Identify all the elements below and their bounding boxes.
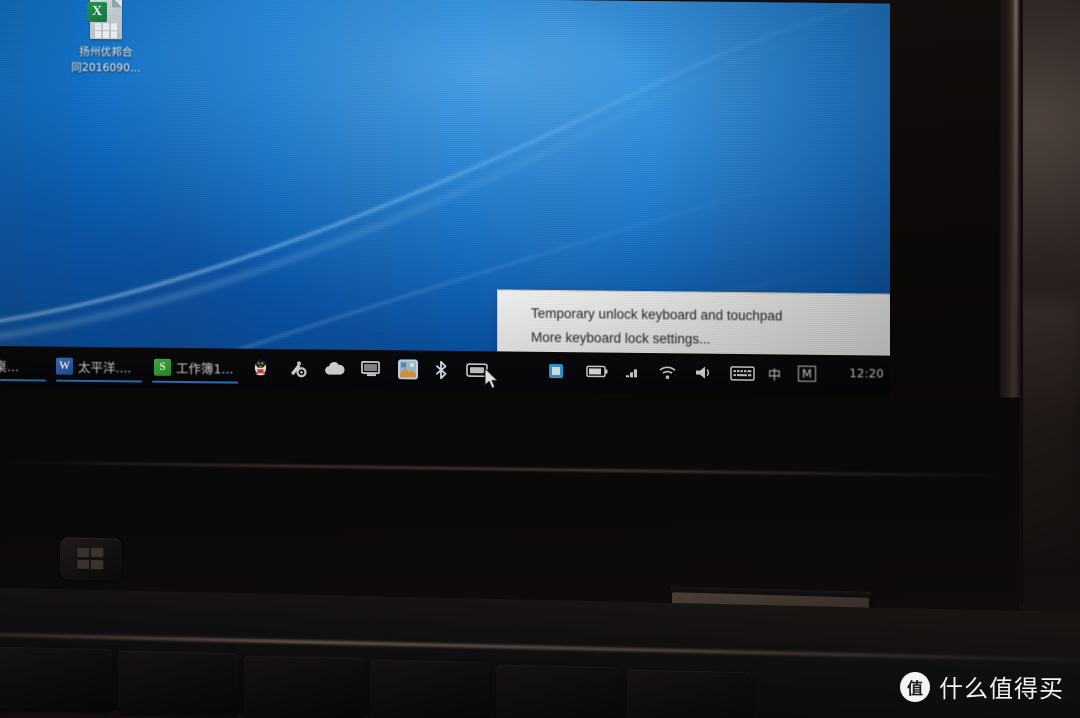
- desktop-icon-excel-file[interactable]: X 扬州优邦合 同2016090...: [62, 0, 150, 76]
- taskbar-pinned-photo-viewer[interactable]: [398, 354, 420, 384]
- taskbar-window-remote-desktop[interactable]: 程桌...: [0, 350, 19, 380]
- volume-icon: [696, 366, 709, 379]
- desktop-icon-label-line2: 同2016090...: [71, 61, 141, 75]
- taskbar-label-remote-desktop: 程桌...: [0, 358, 19, 374]
- mouse-cursor-arrow: [484, 367, 499, 389]
- menu-item-temporary-unlock[interactable]: Temporary unlock keyboard and touchpad: [498, 305, 782, 324]
- menu-item-more-settings[interactable]: More keyboard lock settings...: [498, 329, 710, 347]
- keyboard-key[interactable]: [118, 650, 238, 716]
- taskbar-pinned-cloud[interactable]: [324, 354, 346, 384]
- windows-logo-icon: [77, 547, 104, 570]
- tool-settings-icon: [291, 360, 307, 377]
- keyboard-key[interactable]: [244, 655, 364, 718]
- taskbar-label-wps-spreadsheet: 工作簿1...: [176, 360, 234, 377]
- taskbar-window-wps-spreadsheet[interactable]: S 工作簿1...: [154, 352, 233, 383]
- excel-file-icon: X: [86, 0, 126, 43]
- watermark: 值 什么值得买: [900, 669, 1064, 704]
- desktop-icon-label-line1: 扬州优邦合: [79, 45, 133, 59]
- taskbar-pinned-monitor[interactable]: [360, 354, 382, 384]
- wps-writer-icon: W: [56, 357, 73, 375]
- ime-chinese-icon: 中: [768, 367, 782, 383]
- screen-lower-bezel: [0, 386, 1020, 616]
- tray-ime-chinese[interactable]: 中: [768, 358, 786, 388]
- taskbar-window-wps-writer[interactable]: W 太平洋....: [56, 351, 131, 382]
- windows-home-button[interactable]: [60, 537, 122, 581]
- tray-wireless[interactable]: [658, 357, 678, 387]
- cloud-icon: [325, 362, 345, 375]
- wifi-icon: [626, 365, 637, 378]
- keyboard-key[interactable]: [370, 659, 490, 718]
- tray-volume[interactable]: [694, 358, 716, 388]
- photo-viewer-icon: [398, 359, 418, 380]
- taskbar-active-underline-2: [56, 379, 142, 383]
- tray-wifi[interactable]: [624, 357, 644, 387]
- keyboard-icon: [730, 365, 755, 381]
- monitor-icon: [361, 361, 380, 377]
- taskbar-pinned-qq[interactable]: [253, 353, 273, 383]
- bluetooth-icon: [436, 360, 447, 379]
- screenshot-scene: X 扬州优邦合 同2016090... Temporary unlock key…: [0, 0, 1080, 718]
- keyboard-key[interactable]: [627, 669, 752, 718]
- taskbar-label-wps-writer: 太平洋....: [78, 359, 132, 375]
- ime-mode-icon: M: [798, 365, 816, 382]
- keyboard-key[interactable]: [0, 646, 112, 712]
- tray-battery[interactable]: [586, 356, 608, 386]
- qq-icon: [254, 359, 267, 376]
- keyboard-key[interactable]: [496, 664, 621, 718]
- taskbar-pinned-tool-settings[interactable]: [288, 353, 308, 383]
- watermark-badge: 值: [900, 671, 930, 702]
- taskbar-active-underline-1: [0, 379, 46, 382]
- taskbar-active-underline-3: [152, 380, 238, 384]
- taskbar-pinned-bluetooth[interactable]: [434, 355, 452, 385]
- excel-x-glyph: X: [87, 1, 107, 23]
- tray-ime-mode[interactable]: M: [798, 359, 818, 389]
- battery-icon: [586, 365, 608, 378]
- tray-keyboard[interactable]: [730, 358, 756, 388]
- wireless-icon: [659, 366, 676, 380]
- tray-app[interactable]: [548, 356, 566, 386]
- taskbar-clock[interactable]: 12:20: [849, 366, 884, 380]
- watermark-text: 什么值得买: [939, 675, 1064, 703]
- laptop-screen: X 扬州优邦合 同2016090... Temporary unlock key…: [0, 0, 890, 399]
- wps-spreadsheet-icon: S: [154, 358, 171, 376]
- app-tray-icon: [549, 363, 563, 379]
